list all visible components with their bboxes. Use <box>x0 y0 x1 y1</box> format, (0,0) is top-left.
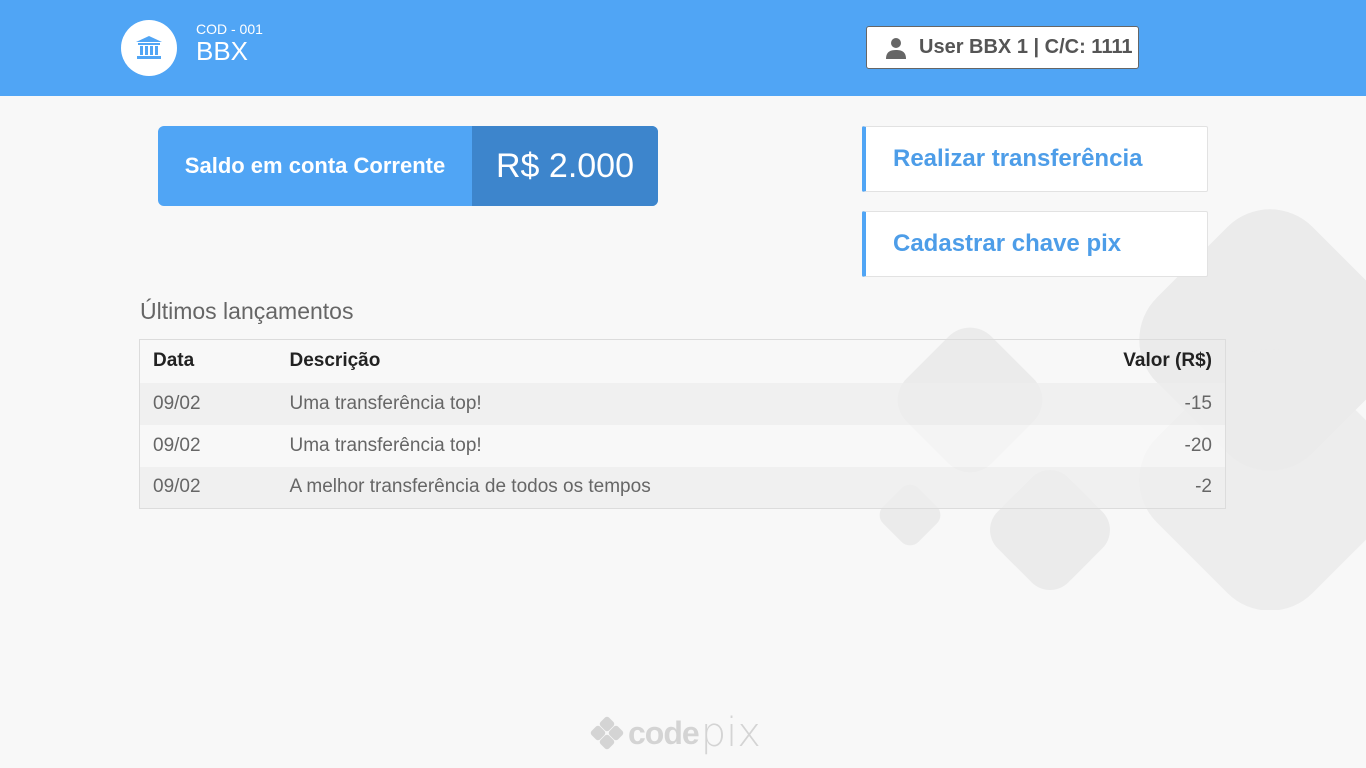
column-header-description: Descrição <box>289 350 381 372</box>
bank-name: BBX <box>196 36 249 66</box>
transactions-title: Últimos lançamentos <box>140 298 354 324</box>
transactions-table: Data Descrição Valor (R$) 09/02 Uma tran… <box>139 339 1226 509</box>
codepix-logo: code pix <box>590 710 761 756</box>
codepix-logo-pix: pix <box>700 710 761 756</box>
balance-card: Saldo em conta Corrente R$ 2.000 <box>158 126 658 206</box>
row-date: 09/02 <box>139 466 277 509</box>
row-description: A melhor transferência de todos os tempo… <box>276 466 1026 509</box>
row-value: -15 <box>1025 382 1226 425</box>
row-date: 09/02 <box>139 424 277 467</box>
user-account-label: User BBX 1 | C/C: 1111 <box>919 36 1133 58</box>
balance-value: R$ 2.000 <box>472 126 658 206</box>
codepix-logo-code: code <box>628 714 700 751</box>
table-header-row: Data Descrição Valor (R$) <box>140 340 1226 383</box>
column-header-date: Data <box>153 350 195 372</box>
table-row: 09/02 A melhor transferência de todos os… <box>139 466 1226 509</box>
table-row: 09/02 Uma transferência top! -15 <box>139 382 1226 425</box>
app-page: COD - 001 BBX User BBX 1 | C/C: 1111 Sal… <box>0 0 1366 768</box>
row-description: Uma transferência top! <box>276 424 1026 467</box>
user-icon <box>886 37 906 59</box>
column-header-value: Valor (R$) <box>1123 350 1212 372</box>
transfer-button[interactable]: Realizar transferência <box>862 126 1208 192</box>
bank-code: COD - 001 <box>196 21 263 37</box>
row-description: Uma transferência top! <box>276 382 1026 425</box>
row-value: -2 <box>1025 466 1226 509</box>
row-value: -20 <box>1025 424 1226 467</box>
balance-label: Saldo em conta Corrente <box>184 153 446 178</box>
row-date: 09/02 <box>139 382 277 425</box>
table-row: 09/02 Uma transferência top! -20 <box>139 424 1226 467</box>
register-pix-key-button[interactable]: Cadastrar chave pix <box>862 211 1208 277</box>
bank-logo <box>121 20 177 76</box>
bank-icon <box>136 36 162 59</box>
codepix-mark-icon <box>590 716 624 750</box>
user-account-button[interactable]: User BBX 1 | C/C: 1111 <box>866 26 1139 69</box>
